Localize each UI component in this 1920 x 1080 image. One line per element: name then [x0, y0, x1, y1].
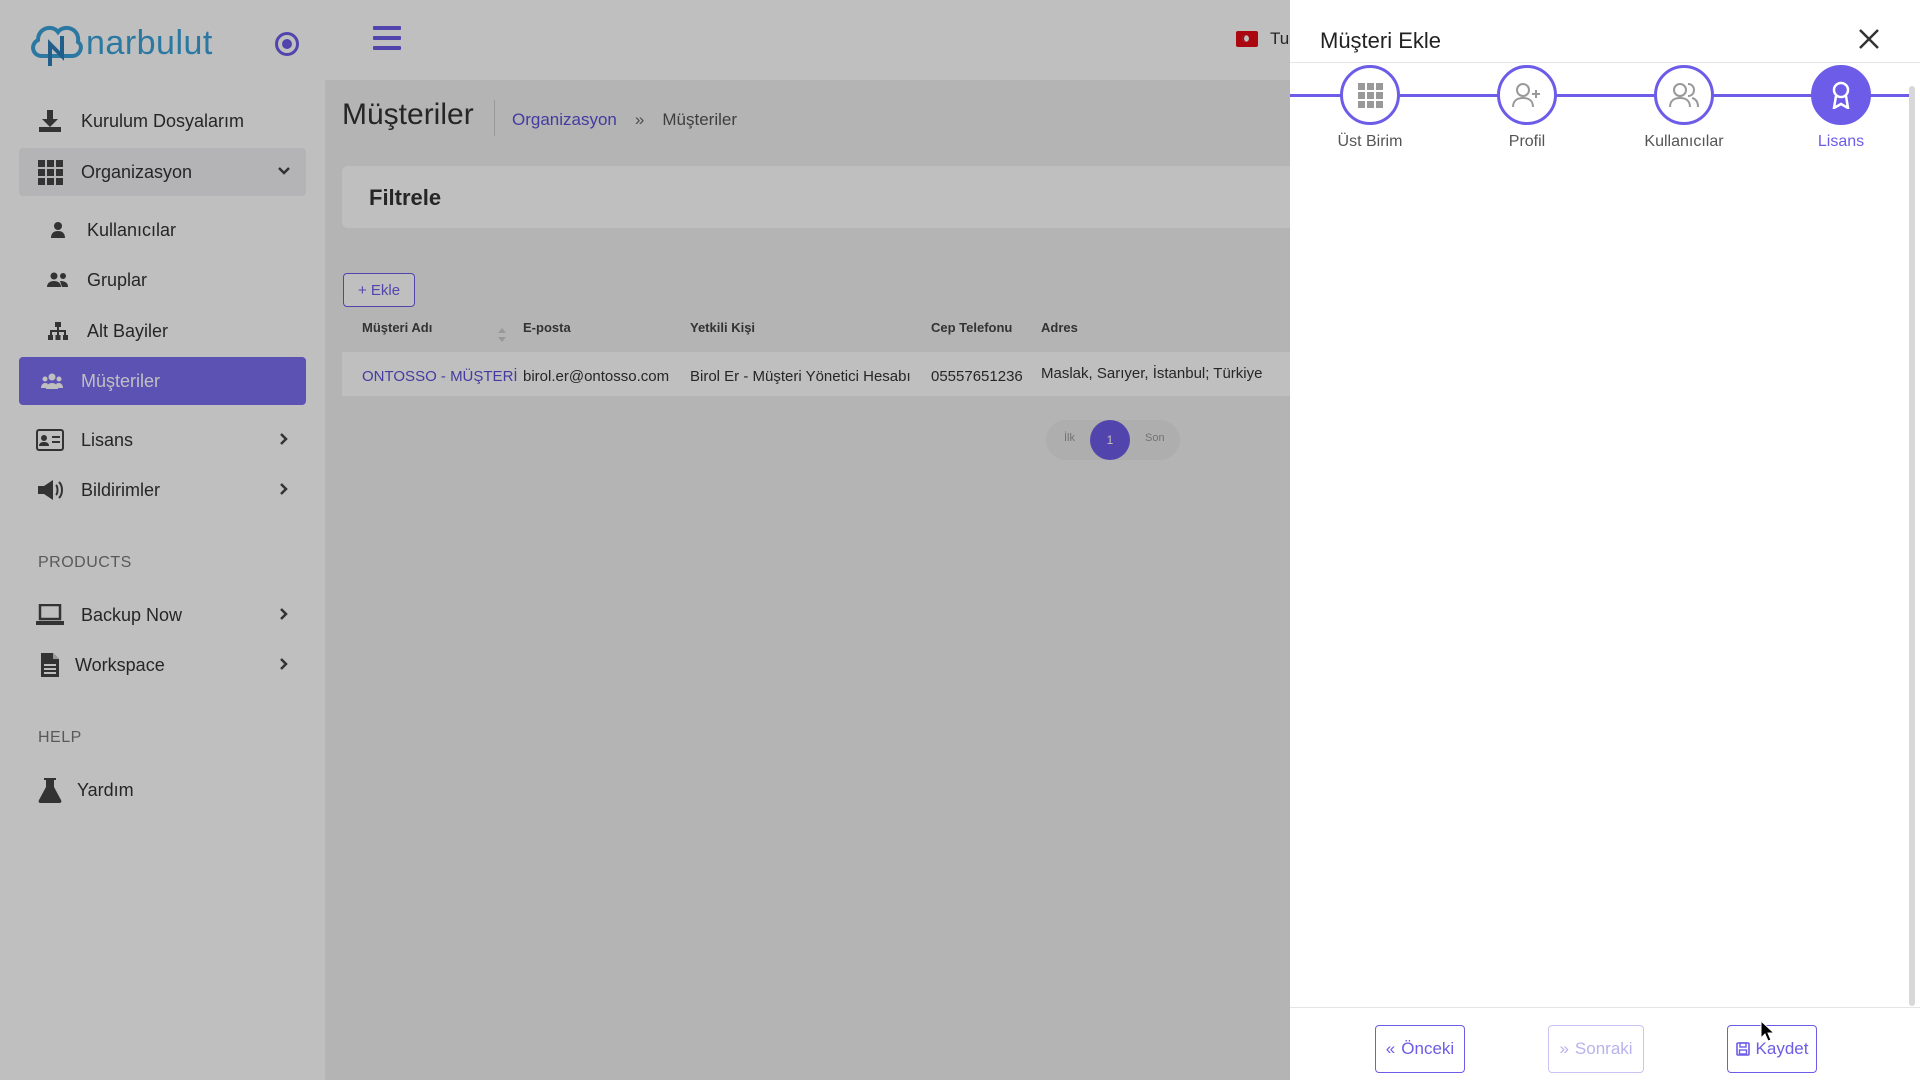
- drawer-title: Müşteri Ekle: [1320, 28, 1442, 53]
- step-label-ust-birim: Üst Birim: [1337, 133, 1403, 150]
- previous-button[interactable]: « Önceki: [1375, 1025, 1465, 1073]
- step-kullanicilar[interactable]: [1654, 65, 1714, 125]
- previous-button-label: Önceki: [1401, 1039, 1455, 1058]
- step-ust-birim[interactable]: [1340, 65, 1400, 125]
- mouse-cursor-icon: [1760, 1020, 1776, 1042]
- step-profil[interactable]: [1497, 65, 1557, 125]
- next-button-label: Sonraki: [1574, 1039, 1633, 1058]
- users-icon: [1669, 83, 1699, 108]
- step-label-profil: Profil: [1508, 133, 1546, 150]
- next-button[interactable]: » Sonraki: [1548, 1025, 1644, 1073]
- drawer-header-divider: [1290, 62, 1920, 63]
- save-icon: [1735, 1042, 1750, 1056]
- drawer-scrollbar[interactable]: [1909, 86, 1915, 1006]
- close-icon[interactable]: [1856, 26, 1882, 52]
- user-plus-icon: [1512, 83, 1540, 108]
- double-chevron-right-icon: »: [1559, 1039, 1569, 1058]
- drawer-footer-divider: [1290, 1007, 1920, 1008]
- add-customer-drawer: Müşteri Ekle Üst Birim Profil Kullanıcıl…: [1290, 0, 1920, 1080]
- grid-icon: [1358, 83, 1383, 108]
- double-chevron-left-icon: «: [1385, 1039, 1396, 1058]
- save-button-label: Kaydet: [1755, 1039, 1809, 1058]
- step-lisans[interactable]: [1811, 65, 1871, 125]
- step-label-lisans: Lisans: [1817, 133, 1865, 150]
- award-icon: [1832, 81, 1850, 109]
- step-label-kullanicilar: Kullanıcılar: [1644, 133, 1724, 150]
